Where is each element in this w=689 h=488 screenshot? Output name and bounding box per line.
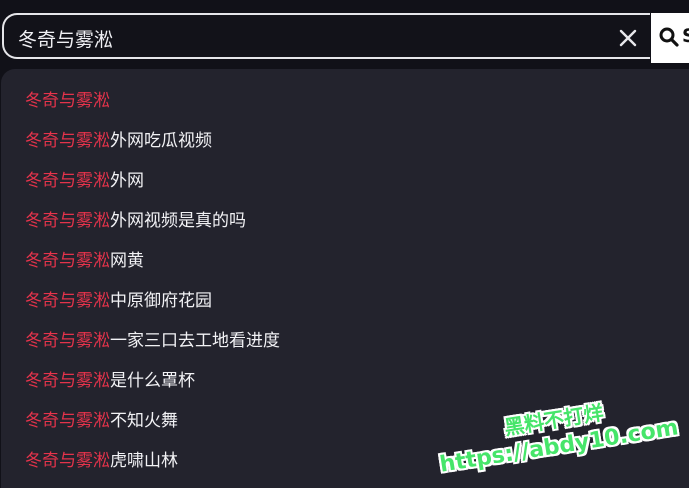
suggestion-match: 冬奇与雾淞 [25, 291, 110, 311]
close-icon [619, 29, 637, 47]
search-icon [659, 27, 679, 47]
suggestion-rest: 一家三口去工地看进度 [110, 331, 280, 351]
search-button-label: S [682, 25, 689, 47]
clear-button[interactable] [616, 26, 640, 50]
suggestion-match: 冬奇与雾淞 [25, 331, 110, 351]
suggestion-item[interactable]: 冬奇与雾淞是什么罩杯 [1, 361, 689, 401]
suggestion-item[interactable]: 冬奇与雾淞一家三口去工地看进度 [1, 321, 689, 361]
suggestion-list: 冬奇与雾淞 冬奇与雾淞外网吃瓜视频 冬奇与雾淞外网 冬奇与雾淞外网视频是真的吗 冬奇与雾… [1, 81, 689, 481]
suggestion-match: 冬奇与雾淞 [25, 91, 110, 111]
suggestion-item[interactable]: 冬奇与雾淞虎啸山林 [1, 441, 689, 481]
suggestion-rest: 中原御府花园 [110, 291, 212, 311]
suggestion-rest: 虎啸山林 [110, 451, 178, 471]
suggestion-match: 冬奇与雾淞 [25, 211, 110, 231]
search-bar: S [2, 13, 689, 63]
page: S 冬奇与雾淞冬奇与雾淞外网吃瓜视频冬奇与雾淞外网冬奇与雾淞外网视频是真的吗冬奇… [0, 0, 689, 488]
suggestion-match: 冬奇与雾淞 [25, 371, 110, 391]
suggestion-match: 冬奇与雾淞 [25, 451, 110, 471]
suggestion-item[interactable]: 冬奇与雾淞中原御府花园 [1, 281, 689, 321]
suggestion-item[interactable]: 冬奇与雾淞网黄 [1, 241, 689, 281]
suggestion-item[interactable]: 冬奇与雾淞 [1, 81, 689, 121]
suggestion-item[interactable]: 冬奇与雾淞外网 [1, 161, 689, 201]
suggestion-rest: 外网 [110, 171, 144, 191]
suggestion-item[interactable]: 冬奇与雾淞外网吃瓜视频 [1, 121, 689, 161]
search-box [2, 13, 650, 59]
suggestion-rest: 外网吃瓜视频 [110, 131, 212, 151]
suggestion-rest: 不知火舞 [110, 411, 178, 431]
suggestion-rest: 是什么罩杯 [110, 371, 195, 391]
suggestion-match: 冬奇与雾淞 [25, 131, 110, 151]
suggestion-dropdown: 冬奇与雾淞 冬奇与雾淞外网吃瓜视频 冬奇与雾淞外网 冬奇与雾淞外网视频是真的吗 冬奇与雾… [1, 69, 689, 488]
suggestion-match: 冬奇与雾淞 [25, 171, 110, 191]
suggestion-match: 冬奇与雾淞 [25, 251, 110, 271]
suggestion-rest: 网黄 [110, 251, 144, 271]
suggestion-rest: 外网视频是真的吗 [110, 211, 246, 231]
search-input[interactable] [18, 23, 598, 53]
suggestion-match: 冬奇与雾淞 [25, 411, 110, 431]
search-button[interactable]: S [651, 13, 689, 63]
suggestion-item[interactable]: 冬奇与雾淞不知火舞 [1, 401, 689, 441]
suggestion-item[interactable]: 冬奇与雾淞外网视频是真的吗 [1, 201, 689, 241]
